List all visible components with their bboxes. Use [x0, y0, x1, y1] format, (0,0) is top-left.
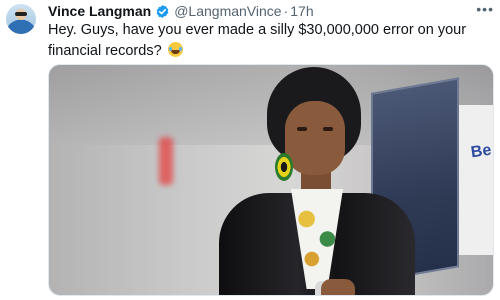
background-sign-text: Be [469, 141, 493, 162]
left-eye [297, 127, 307, 131]
more-icon[interactable]: ••• [476, 2, 494, 16]
hand [321, 279, 355, 295]
author-handle[interactable]: @LangmanVince [174, 3, 281, 19]
right-eye [323, 127, 333, 131]
separator-dot: · [283, 3, 289, 19]
avatar-sunglasses [15, 12, 27, 16]
author-name[interactable]: Vince Langman [48, 3, 151, 19]
tweet-card[interactable]: Vince Langman @LangmanVince · 17h ••• He… [0, 0, 500, 300]
timestamp[interactable]: 17h [290, 3, 313, 19]
photo-subject [209, 67, 419, 295]
verified-badge-icon [156, 4, 169, 18]
background-red-light [159, 137, 173, 185]
laughing-tears-emoji-icon [167, 42, 183, 57]
tweet-header: Vince Langman @LangmanVince · 17h [48, 2, 314, 20]
tweet-text: Hey. Guys, have you ever made a silly $3… [48, 20, 494, 62]
face [285, 101, 345, 175]
avatar[interactable] [6, 4, 36, 34]
tweet-media-photo[interactable]: Be [48, 64, 494, 296]
background-sign [459, 105, 493, 255]
earring [275, 153, 293, 181]
tweet-text-content: Hey. Guys, have you ever made a silly $3… [48, 22, 467, 59]
